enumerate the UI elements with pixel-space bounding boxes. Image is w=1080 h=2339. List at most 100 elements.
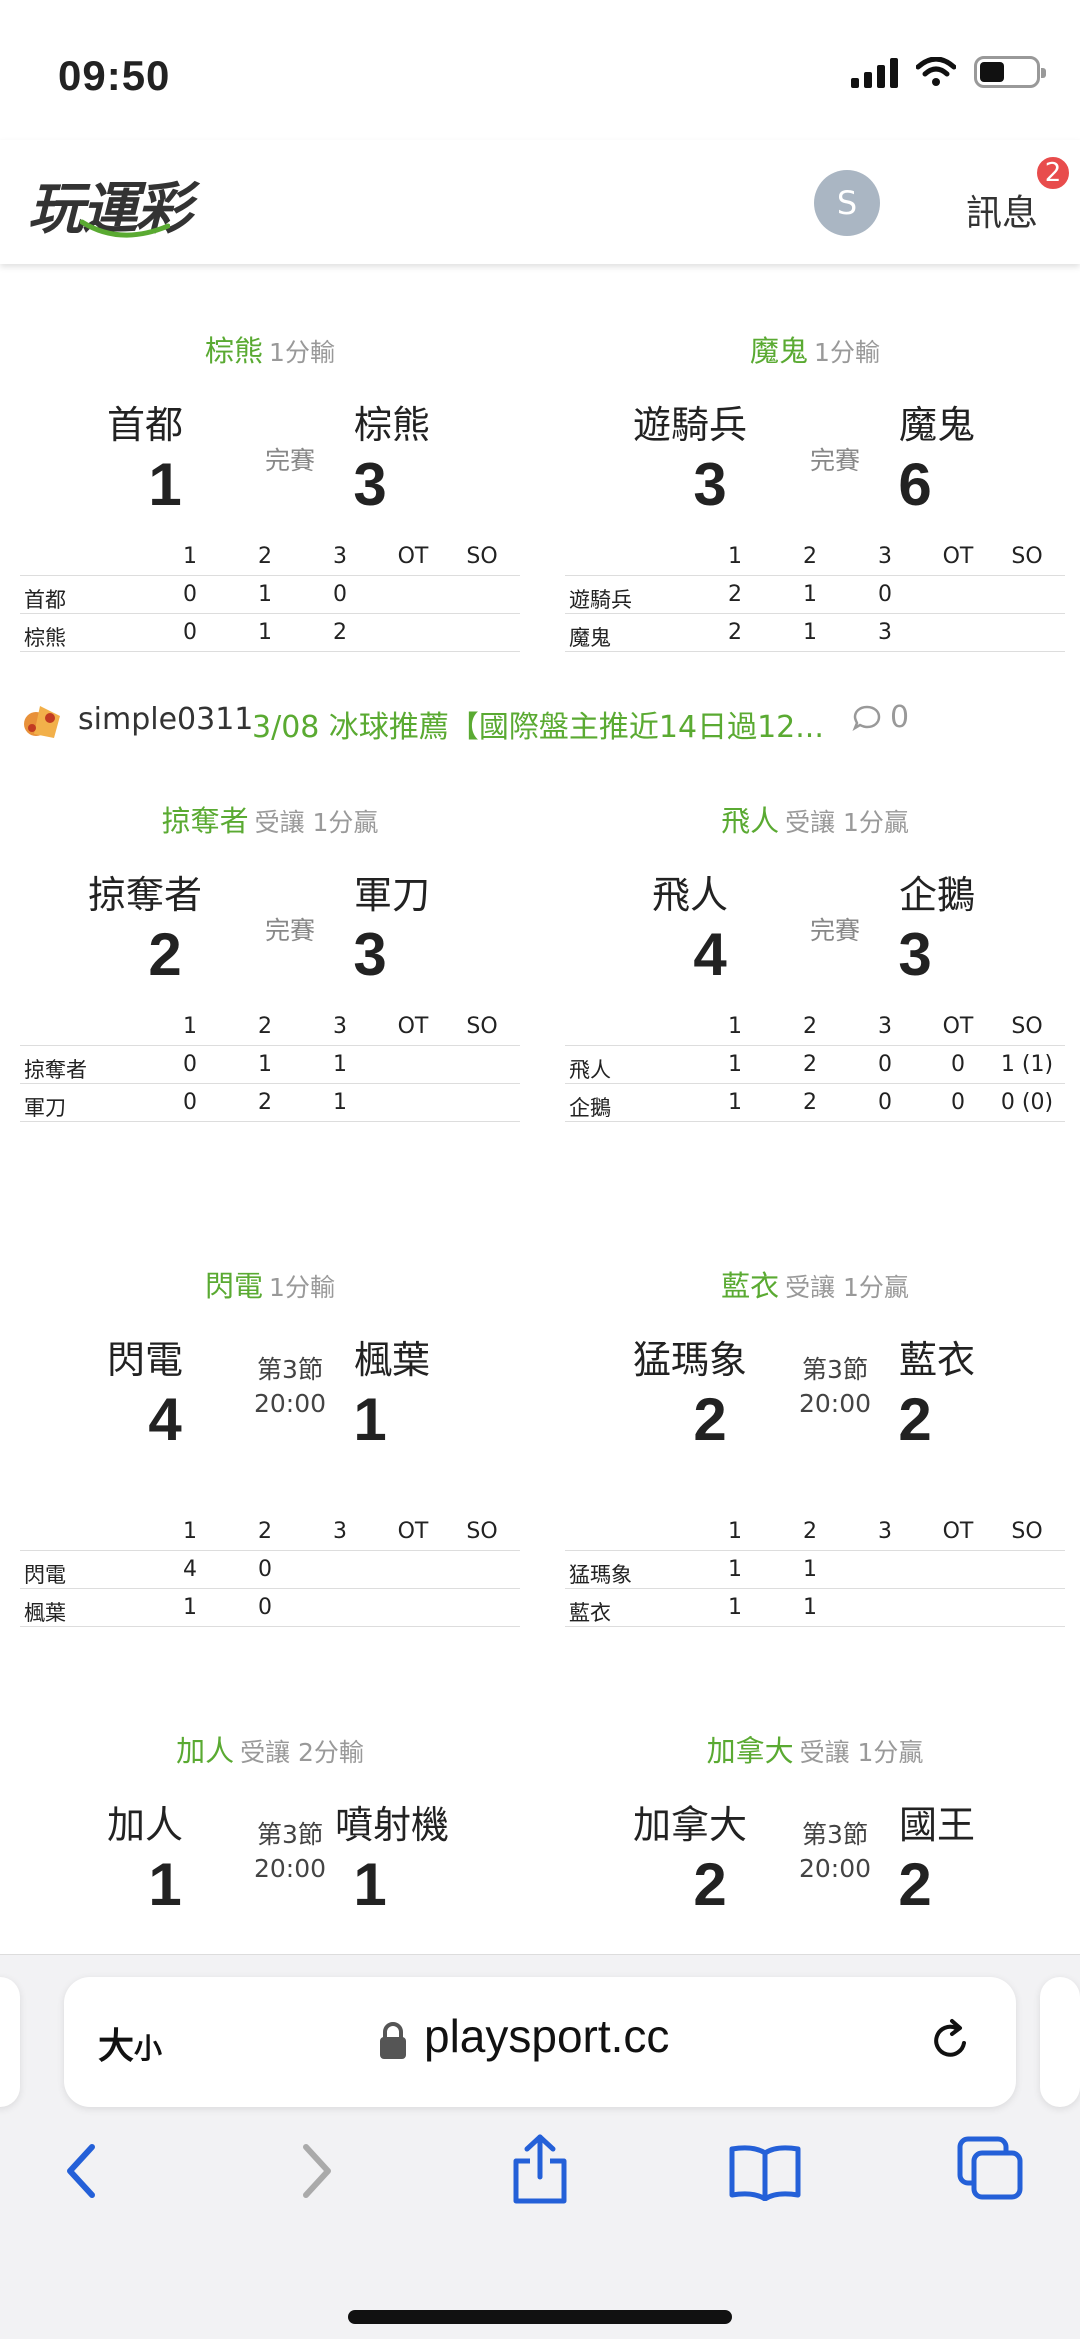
box-score-row: 軍刀 0 2 1 <box>20 1084 520 1122</box>
period-score: 2 <box>258 1090 272 1115</box>
period-score: 1 <box>803 1557 817 1582</box>
pick-result: 加人 受讓 2分輸 <box>20 1728 520 1770</box>
period-header: 2 <box>258 544 272 569</box>
comment-bubble-icon <box>852 705 881 731</box>
pick-odds: 受讓 1分贏 <box>785 808 909 837</box>
period-header: OT <box>942 1519 974 1544</box>
box-score-header: 1 2 3 OT SO <box>20 538 520 576</box>
pick-odds: 受讓 1分贏 <box>254 808 379 837</box>
row-team-name: 企鵝 <box>569 1096 611 1120</box>
user-avatar[interactable]: S <box>814 170 880 236</box>
period-header: SO <box>1011 544 1043 569</box>
period-header: SO <box>1011 1014 1043 1039</box>
url-text[interactable]: playsport.cc <box>424 2009 669 2063</box>
forum-post-link[interactable]: simple0311 3/08 冰球推薦【國際盤主推近14日過12... 0 <box>0 688 1080 758</box>
text-size-small: 小 <box>134 2032 163 2065</box>
game-clock: 20:00 <box>253 1854 327 1883</box>
box-score-row: 藍衣 1 1 <box>565 1589 1065 1627</box>
period-header: 3 <box>333 1014 347 1039</box>
game-status-label: 第3節 <box>802 1820 868 1849</box>
status-time: 09:50 <box>58 52 171 99</box>
period-score: 0 (0) <box>1000 1090 1054 1115</box>
period-score: 0 <box>333 582 347 607</box>
period-score: 1 <box>803 582 817 607</box>
box-score-row: 首都 0 1 0 <box>20 576 520 614</box>
period-score: 0 <box>951 1090 965 1115</box>
row-team-name: 楓葉 <box>24 1601 66 1625</box>
logo-swoosh-icon <box>80 219 170 238</box>
away-team-name: 遊騎兵 <box>632 403 747 447</box>
box-score-header: 1 2 3 OT SO <box>20 1513 520 1551</box>
box-score-row: 魔鬼 2 1 3 <box>565 614 1065 652</box>
post-title[interactable]: 3/08 冰球推薦【國際盤主推近14日過12... <box>252 702 824 746</box>
game-status-label: 完賽 <box>264 916 315 945</box>
pick-odds: 受讓 1分贏 <box>799 1738 924 1767</box>
period-score: 2 <box>803 1090 817 1115</box>
bookmarks-icon[interactable] <box>728 2141 802 2201</box>
period-header: SO <box>466 544 498 569</box>
period-score: 1 <box>258 620 272 645</box>
pick-result: 魔鬼 1分輸 <box>565 328 1065 370</box>
battery-icon <box>974 56 1046 88</box>
period-header: 1 <box>728 544 742 569</box>
forward-icon[interactable] <box>296 2141 336 2201</box>
box-score: 1 2 3 OT SO 猛瑪象 1 1 藍衣 1 1 <box>565 1513 1065 1627</box>
period-score: 1 <box>728 1557 742 1582</box>
text-size-button[interactable]: 大小 <box>98 2017 162 2069</box>
period-score: 2 <box>803 1052 817 1077</box>
period-score: 0 <box>258 1557 272 1582</box>
box-score: 1 2 3 OT SO 遊騎兵 2 1 0 魔鬼 2 1 3 <box>565 538 1065 652</box>
away-team-name: 飛人 <box>651 873 728 917</box>
period-score: 1 <box>333 1052 347 1077</box>
box-score-row: 企鵝 1 2 0 0 0 (0) <box>565 1084 1065 1122</box>
post-author[interactable]: simple0311 <box>78 702 253 737</box>
pick-odds: 受讓 2分輸 <box>240 1738 364 1767</box>
period-header: OT <box>942 544 974 569</box>
box-score-header: 1 2 3 OT SO <box>565 1513 1065 1551</box>
row-team-name: 猛瑪象 <box>569 1563 632 1587</box>
period-header: 1 <box>183 1519 197 1544</box>
row-team-name: 藍衣 <box>569 1601 611 1625</box>
box-score-header: 1 2 3 OT SO <box>565 538 1065 576</box>
comment-count[interactable]: 0 <box>852 700 909 735</box>
away-team-name: 猛瑪象 <box>632 1338 747 1382</box>
pick-result: 飛人 受讓 1分贏 <box>565 798 1065 840</box>
period-score: 1 <box>728 1090 742 1115</box>
pick-team: 閃電 <box>205 1269 264 1303</box>
game-status: 完賽 <box>220 444 360 478</box>
period-header: 1 <box>728 1014 742 1039</box>
comment-count-value: 0 <box>890 700 910 735</box>
pick-result: 棕熊 1分輸 <box>20 328 520 370</box>
period-score: 1 <box>728 1052 742 1077</box>
box-score-row: 猛瑪象 1 1 <box>565 1551 1065 1589</box>
lock-icon <box>380 2022 406 2059</box>
next-tab-card[interactable] <box>1040 1977 1080 2107</box>
period-header: SO <box>1011 1519 1043 1544</box>
share-icon[interactable] <box>510 2133 570 2205</box>
away-team-name: 閃電 <box>106 1338 183 1382</box>
pick-team: 飛人 <box>721 804 780 838</box>
row-team-name: 棕熊 <box>24 626 66 650</box>
tabs-icon[interactable] <box>956 2135 1026 2201</box>
period-score: 0 <box>183 582 197 607</box>
messages-link[interactable]: 訊息 <box>966 184 1038 236</box>
box-score-header: 1 2 3 OT SO <box>565 1008 1065 1046</box>
wifi-icon <box>916 57 956 86</box>
box-score-row: 遊騎兵 2 1 0 <box>565 576 1065 614</box>
prev-tab-card[interactable] <box>0 1977 20 2107</box>
pick-team: 掠奪者 <box>161 804 249 838</box>
period-header: 1 <box>728 1519 742 1544</box>
away-team-name: 加拿大 <box>632 1803 747 1847</box>
address-bar[interactable]: 大小 playsport.cc <box>64 1977 1016 2107</box>
period-score: 0 <box>878 1090 892 1115</box>
back-icon[interactable] <box>62 2141 102 2201</box>
pick-result: 藍衣 受讓 1分贏 <box>565 1263 1065 1305</box>
period-header: OT <box>942 1014 974 1039</box>
period-header: 3 <box>878 1014 892 1039</box>
row-team-name: 閃電 <box>24 1563 66 1587</box>
site-header: 玩運彩 S 訊息 2 <box>0 140 1080 264</box>
game-clock: 20:00 <box>798 1854 872 1883</box>
reload-icon[interactable] <box>926 2017 974 2065</box>
pick-team: 魔鬼 <box>750 334 809 368</box>
home-team-name: 企鵝 <box>898 873 975 917</box>
